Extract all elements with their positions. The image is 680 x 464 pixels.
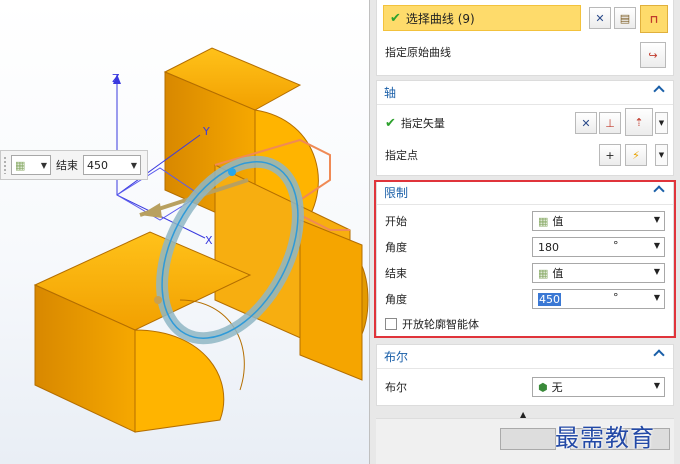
end-label: 结束 [56, 159, 78, 172]
chevron-down-icon: ▼ [130, 160, 137, 170]
chevron-down-icon: ▼ [653, 215, 660, 224]
end-label: 结束 [385, 267, 407, 280]
axis-group-title: 轴 [384, 86, 397, 100]
boolean-row: 布尔 [385, 375, 407, 399]
vector-axes-icon: ⊥ [605, 116, 615, 130]
vector-dialog-button[interactable]: ⊥ [599, 112, 621, 134]
boolean-group: 布尔 布尔 ⬢ 无 ▼ [376, 344, 674, 406]
specify-original-curve-label: 指定原始曲线 [385, 46, 451, 59]
specify-point-row: 指定点 [385, 143, 418, 167]
chevron-down-icon: ▼ [653, 241, 660, 250]
chevron-down-icon: ▼ [653, 293, 660, 302]
watermark-text: 最需教育 [555, 424, 655, 452]
axis-group: 轴 ✔ 指定矢量 ✕ ⊥ ⇡ ▼ 指定点 + ⚡ ▼ [376, 80, 674, 176]
select-curve-row[interactable]: ✔ 选择曲线 (9) [383, 5, 581, 31]
chevron-down-icon: ▼ [653, 381, 660, 390]
boolean-select[interactable]: ⬢ 无 ▼ [532, 377, 665, 397]
chevron-down-icon: ▼ [40, 160, 47, 170]
sketch-section-button[interactable]: ▤ [614, 7, 636, 29]
original-curve-button[interactable]: ↪ [640, 42, 666, 68]
check-icon: ✔ [390, 10, 401, 26]
chevron-down-icon: ▼ [658, 151, 665, 159]
start-label: 开始 [385, 215, 407, 228]
point-type-dropdown[interactable]: ▼ [655, 144, 668, 166]
open-profile-checkbox[interactable] [385, 318, 397, 330]
check-icon: ✔ [385, 115, 396, 131]
boolean-value: 无 [551, 381, 563, 394]
end-type-dropdown[interactable]: ▦ ▼ [11, 155, 51, 175]
end-type-select[interactable]: ▦ 值 ▼ [532, 263, 665, 283]
ok-button[interactable] [500, 428, 556, 450]
curve-arrow-icon: ↪ [648, 48, 658, 62]
sketch-icon: ▤ [619, 11, 631, 25]
chevron-down-icon: ▼ [658, 119, 665, 127]
boolean-group-title: 布尔 [384, 350, 409, 364]
point-dialog-button[interactable]: + [599, 144, 621, 166]
boolean-none-icon: ⬢ [538, 380, 548, 394]
start-row: 开始 [385, 209, 407, 233]
curve-flag-icon: ⊓ [649, 12, 659, 26]
end-value-text: 450 [87, 158, 108, 172]
start-angle-row: 角度 [385, 235, 407, 259]
model-front-arc [134, 329, 225, 433]
chevron-up-icon [653, 349, 665, 361]
value-type-icon: ▦ [538, 214, 549, 228]
axis-x-label: X [205, 234, 213, 247]
section-group: ✔ 选择曲线 (9) ✕ ▤ ⊓ 指定原始曲线 ↪ [376, 0, 674, 76]
inferred-point-button[interactable]: ⚡ [625, 144, 647, 166]
specify-vector-label: 指定矢量 [400, 117, 445, 130]
end-type-value: 值 [552, 267, 564, 280]
curve-rule-button[interactable]: ✕ [589, 7, 611, 29]
graphics-viewport[interactable]: Z Y X ▦ ▼ 结束 450 ▼ [0, 0, 369, 464]
toolbar-grip[interactable] [3, 156, 7, 174]
value-type-icon: ▦ [538, 266, 549, 280]
curve-select-button[interactable]: ⊓ [640, 5, 668, 33]
axis-y-label: Y [202, 125, 210, 138]
end-angle-value: 450 [538, 292, 561, 306]
start-type-select[interactable]: ▦ 值 ▼ [532, 211, 665, 231]
inferred-vector-button[interactable]: ⇡ [625, 108, 653, 136]
end-row: 结束 [385, 261, 407, 285]
cross-arrows-icon: ✕ [581, 116, 591, 130]
vector-arrow-icon: ⇡ [634, 115, 644, 129]
floating-limit-toolbar: ▦ ▼ 结束 450 ▼ [0, 150, 148, 180]
point-plus-icon: + [605, 148, 615, 162]
model-right-block [299, 219, 363, 381]
select-curve-label: 选择曲线 (9) [405, 11, 475, 26]
vector-type-dropdown[interactable]: ▼ [655, 112, 668, 134]
cross-arrows-icon: ✕ [595, 11, 605, 25]
specify-original-curve-row: 指定原始曲线 [385, 40, 451, 64]
start-angle-input[interactable]: 180 ° ▼ [532, 237, 665, 257]
model-scene: Z Y X [33, 47, 369, 433]
limits-group-title: 限制 [384, 186, 409, 200]
lightning-icon: ⚡ [632, 148, 640, 162]
degree-unit: ° [613, 239, 619, 252]
open-profile-label: 开放轮廓智能体 [402, 318, 479, 331]
reverse-direction-button[interactable]: ✕ [575, 112, 597, 134]
axis-z-label: Z [112, 72, 120, 85]
axis-group-header[interactable]: 轴 [377, 81, 673, 105]
end-angle-row: 角度 [385, 287, 407, 311]
start-angle-label: 角度 [385, 241, 407, 254]
boolean-label: 布尔 [385, 381, 407, 394]
specify-vector-row: ✔ 指定矢量 [385, 111, 445, 135]
specify-point-label: 指定点 [385, 149, 418, 162]
degree-unit: ° [613, 291, 619, 304]
chevron-up-icon [653, 85, 665, 97]
end-angle-label: 角度 [385, 293, 407, 306]
start-angle-value: 180 [538, 240, 559, 254]
end-value-input[interactable]: 450 ▼ [83, 155, 141, 175]
open-profile-row[interactable]: 开放轮廓智能体 [385, 312, 479, 336]
start-type-value: 值 [552, 215, 564, 228]
value-type-icon: ▦ [15, 158, 26, 172]
boolean-group-header[interactable]: 布尔 [377, 345, 673, 369]
chevron-down-icon: ▼ [653, 267, 660, 276]
revolve-dialog-panel: ✔ 选择曲线 (9) ✕ ▤ ⊓ 指定原始曲线 ↪ 轴 ✔ 指定矢量 ✕ ⊥ ⇡… [369, 0, 680, 464]
chevron-up-icon [653, 185, 665, 197]
limits-group: 限制 开始 ▦ 值 ▼ 角度 180 ° ▼ 结束 ▦ 值 ▼ 角度 450 °… [376, 180, 674, 338]
limits-group-header[interactable]: 限制 [377, 181, 673, 205]
end-angle-input[interactable]: 450 ° ▼ [532, 289, 665, 309]
